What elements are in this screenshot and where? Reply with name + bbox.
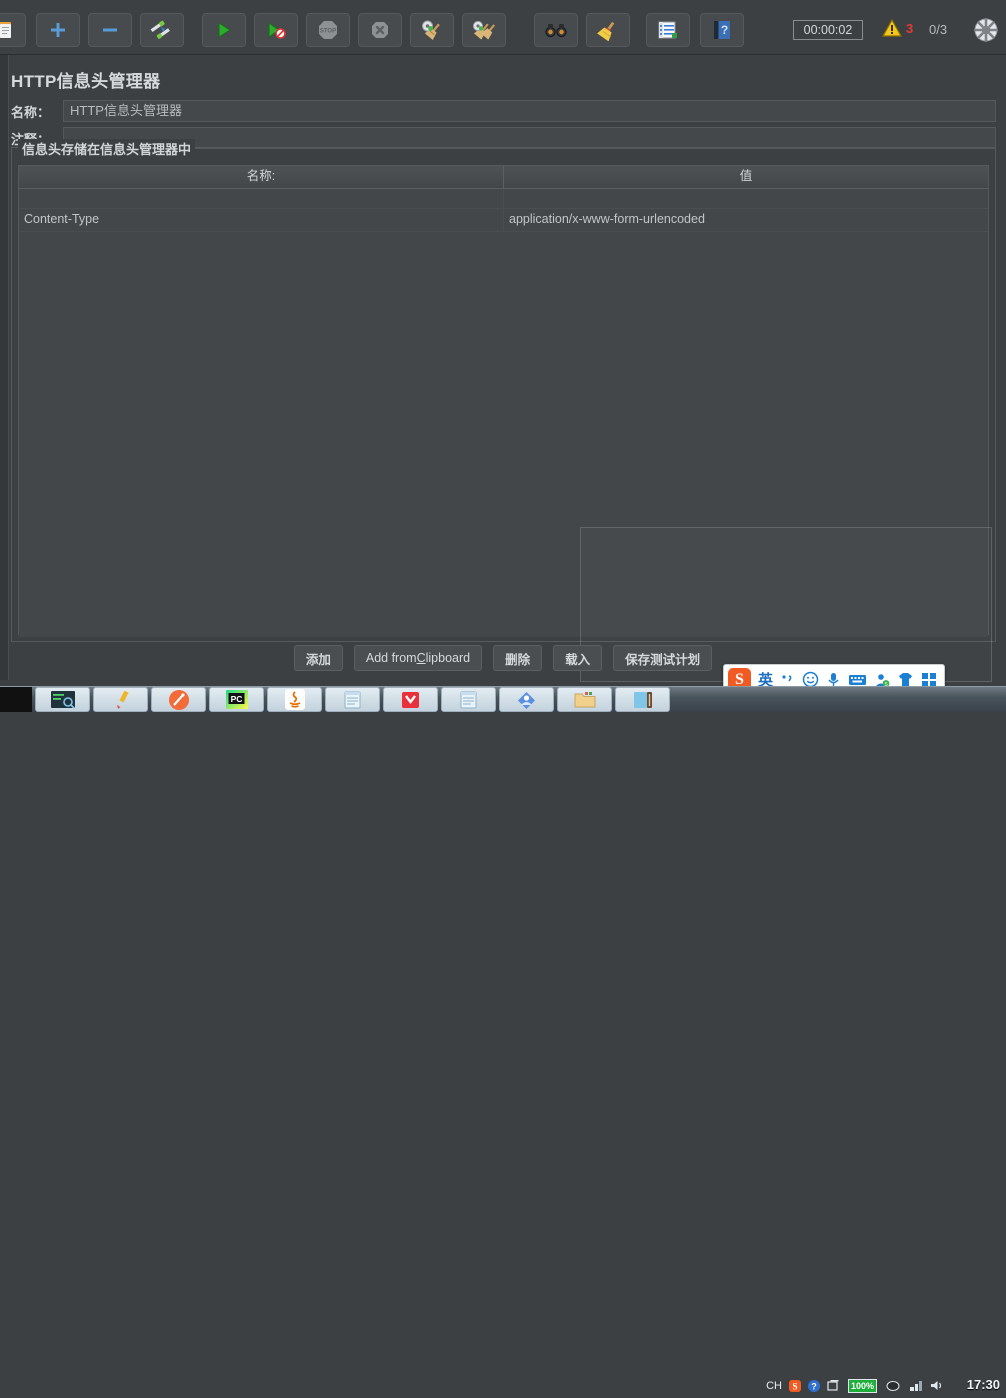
add-from-clipboard-mnemonic: C (416, 651, 426, 665)
taskbar-item-pycharm[interactable]: PC (209, 687, 264, 712)
taskbar-item-book[interactable] (615, 687, 670, 712)
system-tray: CH S ? 100% (766, 1373, 944, 1398)
start-button[interactable] (0, 687, 32, 712)
svg-text:?: ? (811, 1381, 817, 1391)
warning-count: 3 (906, 20, 914, 36)
taskbar-item-notepad-1[interactable] (325, 687, 380, 712)
shutdown-icon (358, 13, 402, 47)
remote-engines-icon[interactable] (973, 17, 999, 43)
elapsed-timer: 00:00:02 (793, 20, 863, 40)
comment-input[interactable] (63, 127, 996, 149)
function-helper-icon[interactable] (646, 13, 690, 47)
cell-name[interactable] (19, 189, 504, 208)
tray-mouse-icon[interactable] (885, 1380, 901, 1392)
add-button[interactable]: 添加 (293, 645, 343, 671)
warning-triangle-icon (882, 19, 902, 37)
name-field-row: 名称： HTTP信息头管理器 (11, 100, 996, 124)
clear-icon[interactable] (410, 13, 454, 47)
svg-text:PC: PC (230, 694, 242, 704)
windows-taskbar: PC CH S ? 100% 17:30 (0, 686, 1006, 1393)
new-test-plan-icon[interactable] (0, 13, 26, 47)
add-from-clipboard-button[interactable]: Add from Clipboard (353, 645, 483, 671)
name-input[interactable]: HTTP信息头管理器 (63, 100, 996, 122)
name-label: 名称： (11, 105, 51, 120)
toggle-icon[interactable] (140, 13, 184, 47)
svg-text:STOP: STOP (320, 29, 336, 35)
taskbar-item-browser[interactable] (151, 687, 206, 712)
taskbar-item-java[interactable] (267, 687, 322, 712)
taskbar-item-explorer[interactable] (557, 687, 612, 712)
tray-help-icon[interactable]: ? (807, 1379, 821, 1393)
keyboard-icon[interactable] (848, 673, 867, 687)
tray-sogou-icon[interactable]: S (788, 1379, 802, 1393)
punctuation-icon[interactable] (780, 672, 795, 687)
column-header-value[interactable]: 值 (504, 166, 988, 188)
tray-expand-icon[interactable] (827, 1379, 840, 1392)
tray-network-icon[interactable] (909, 1379, 923, 1392)
warning-indicator[interactable]: 3 (882, 19, 913, 37)
stop-icon: STOP (306, 13, 350, 47)
active-thread-ratio: 0/3 (929, 22, 948, 37)
cell-value[interactable]: application/x-www-form-urlencoded (504, 209, 988, 231)
cell-value[interactable] (504, 189, 988, 208)
help-icon[interactable]: ? (700, 13, 744, 47)
save-test-plan-button[interactable]: 保存测试计划 (613, 645, 713, 671)
main-toolbar: STOP ? 00:00:02 3 0/3 (0, 0, 1006, 55)
taskbar-item-editor[interactable] (93, 687, 148, 712)
svg-text:S: S (792, 1381, 797, 1391)
jmeter-window: STOP ? 00:00:02 3 0/3 HTTP信息头管理器 名称： HTT… (0, 0, 1006, 1393)
load-button[interactable]: 载入 (553, 645, 603, 671)
add-from-clipboard-label-post: lipboard (425, 651, 471, 665)
taskbar-item-gallery[interactable] (499, 687, 554, 712)
left-divider (8, 55, 9, 680)
taskbar-item-notepad-2[interactable] (441, 687, 496, 712)
add-from-clipboard-label-pre: Add from (365, 651, 417, 665)
table-row[interactable]: Content-Type application/x-www-form-urle… (19, 209, 988, 232)
taskbar-item-video[interactable] (383, 687, 438, 712)
page-title: HTTP信息头管理器 (11, 72, 161, 91)
table-row[interactable] (19, 189, 988, 209)
add-icon[interactable] (36, 13, 80, 47)
headers-groupbox-title: 信息头存储在信息头管理器中 (18, 139, 196, 158)
reset-search-icon[interactable] (586, 13, 630, 47)
tray-volume-icon[interactable] (930, 1379, 944, 1392)
tray-lang-label[interactable]: CH (766, 1380, 782, 1392)
remove-icon[interactable] (88, 13, 132, 47)
taskbar-clock[interactable]: 17:30 (967, 1377, 1000, 1392)
delete-button[interactable]: 删除 (493, 645, 543, 671)
element-config-panel: HTTP信息头管理器 名称： HTTP信息头管理器 注释： 信息头存储在信息头管… (0, 55, 1006, 682)
svg-text:?: ? (721, 23, 728, 37)
table-header-row: 名称: 值 (19, 166, 988, 189)
tray-battery-icon[interactable]: 100% (847, 1378, 877, 1393)
cell-name[interactable]: Content-Type (19, 209, 504, 231)
taskbar-item-terminal[interactable] (35, 687, 90, 712)
left-gutter (0, 55, 8, 680)
column-header-name[interactable]: 名称: (19, 166, 504, 188)
search-icon[interactable] (534, 13, 578, 47)
start-icon[interactable] (202, 13, 246, 47)
clear-all-icon[interactable] (462, 13, 506, 47)
start-no-pauses-icon[interactable] (254, 13, 298, 47)
